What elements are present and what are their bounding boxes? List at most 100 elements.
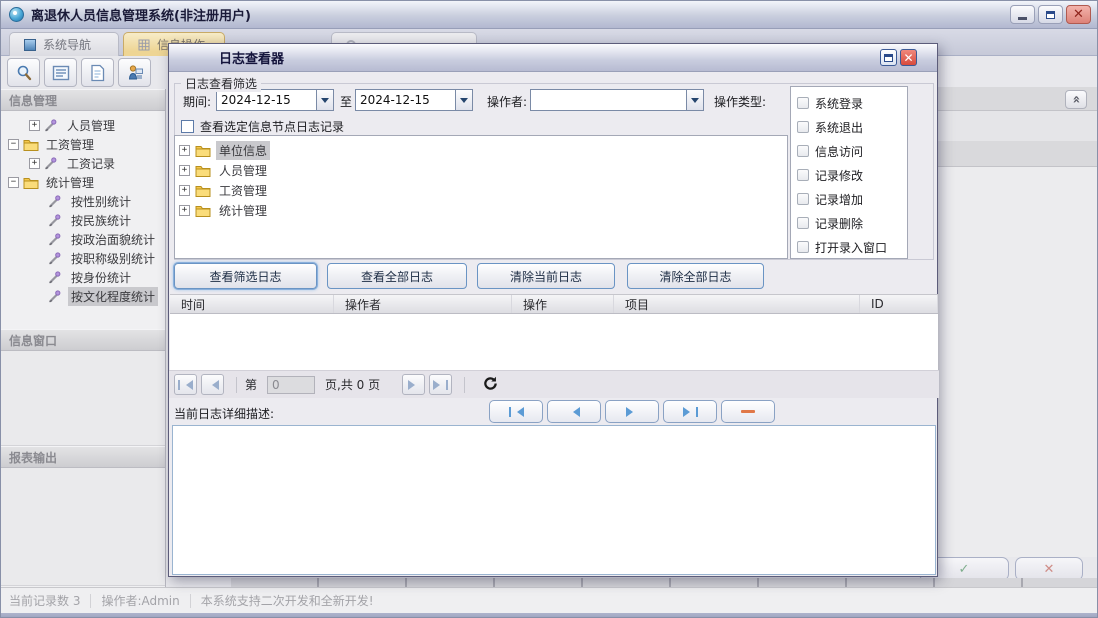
group-label: 信息窗口	[9, 333, 58, 348]
expand-icon[interactable]: +	[29, 120, 40, 131]
detail-textarea[interactable]	[172, 425, 936, 575]
operator-label: 操作者:	[487, 95, 528, 109]
sidebar-tree-item[interactable]: 按身份统计	[1, 268, 165, 287]
expand-icon[interactable]: +	[179, 164, 190, 176]
dialog-maximize-button[interactable]	[880, 49, 897, 66]
sidebar-tree-item[interactable]: 按性别统计	[1, 192, 165, 211]
tree-item-label: 按身份统计	[71, 271, 132, 285]
table-header-cell[interactable]: 操作	[512, 295, 614, 313]
folder-icon	[23, 138, 39, 152]
document-button[interactable]	[81, 58, 114, 87]
table-header-cell[interactable]: ID	[860, 295, 938, 313]
dialog-tree-item[interactable]: + 统计管理	[179, 200, 787, 220]
dialog-tree-item[interactable]: + 单位信息	[179, 140, 787, 160]
pager-first-button[interactable]	[174, 374, 197, 395]
check-icon: ✓	[958, 561, 970, 577]
sidebar-tree-item[interactable]: 按民族统计	[1, 211, 165, 230]
pager-prev-button[interactable]	[201, 374, 224, 395]
pager-last-button[interactable]	[429, 374, 453, 395]
optype-checkbox[interactable]	[797, 169, 809, 181]
optype-item[interactable]: 系统退出	[797, 115, 907, 139]
sidebar-group-info[interactable]: 信息管理	[1, 89, 165, 111]
sidebar-tree-item[interactable]: 按文化程度统计	[1, 287, 165, 306]
tool-icon	[48, 252, 64, 266]
sidebar-tree-item[interactable]: + 人员管理	[1, 116, 165, 135]
tool-icon	[44, 157, 60, 171]
sidebar-tree-item[interactable]: − 统计管理	[1, 173, 165, 192]
optype-checkbox[interactable]	[797, 121, 809, 133]
operator-combo[interactable]	[530, 89, 704, 111]
pager-next-button[interactable]	[402, 374, 426, 395]
dialog-close-button[interactable]: ✕	[900, 49, 917, 66]
refresh-button[interactable]	[483, 376, 498, 394]
nav-prev-button[interactable]	[547, 400, 601, 423]
optype-item[interactable]: 记录修改	[797, 163, 907, 187]
group-label: 信息管理	[9, 93, 58, 108]
dropdown-button[interactable]	[455, 90, 472, 110]
log-table-header: 时间 操作者 操作 项目 ID	[170, 294, 938, 314]
expand-icon[interactable]: −	[8, 139, 19, 150]
optype-item-label: 记录删除	[815, 216, 864, 231]
optype-item[interactable]: 记录增加	[797, 187, 907, 211]
optype-checkbox[interactable]	[797, 241, 809, 253]
expand-icon[interactable]: +	[179, 144, 190, 156]
search-button[interactable]	[7, 58, 40, 87]
dialog-action-button[interactable]: 查看全部日志	[327, 263, 467, 289]
tab-system-nav[interactable]: 系统导航	[9, 32, 119, 56]
sidebar-tree-item[interactable]: 按政治面貌统计	[1, 230, 165, 249]
nav-delete-button[interactable]	[721, 400, 775, 423]
expand-icon[interactable]: +	[179, 204, 190, 216]
optype-checkbox[interactable]	[797, 193, 809, 205]
nav-next-button[interactable]	[605, 400, 659, 423]
list-icon	[52, 65, 69, 80]
date-from-value: 2024-12-15	[221, 93, 291, 107]
dialog-titlebar: 日志查看器 ✕	[169, 44, 937, 72]
restore-button[interactable]	[1038, 5, 1063, 24]
log-table-body[interactable]	[170, 314, 938, 370]
date-to-combo[interactable]: 2024-12-15	[355, 89, 473, 111]
sidebar-tree-item[interactable]: 按职称级别统计	[1, 249, 165, 268]
node-filter-checkbox[interactable]	[181, 120, 194, 133]
close-button[interactable]: ✕	[1066, 5, 1091, 24]
tool-icon	[48, 233, 64, 247]
date-from-combo[interactable]: 2024-12-15	[216, 89, 334, 111]
user-log-button[interactable]	[118, 58, 151, 87]
dialog-action-button[interactable]: 清除全部日志	[627, 263, 764, 289]
dialog-tree-item[interactable]: + 工资管理	[179, 180, 787, 200]
optype-item[interactable]: 记录删除	[797, 211, 907, 235]
sidebar-tree-item[interactable]: + 工资记录	[1, 154, 165, 173]
optype-item-label: 记录增加	[815, 192, 864, 207]
optype-item[interactable]: 系统登录	[797, 91, 907, 115]
expand-icon[interactable]: +	[29, 158, 40, 169]
status-operator: 操作者:Admin	[101, 594, 180, 608]
optype-checkbox[interactable]	[797, 97, 809, 109]
dialog-action-button[interactable]: 清除当前日志	[477, 263, 615, 289]
sidebar-tree-item[interactable]: − 工资管理	[1, 135, 165, 154]
node-filter-row[interactable]: 查看选定信息节点日志记录	[181, 118, 344, 135]
page-number-input[interactable]: 0	[267, 375, 316, 394]
panel-collapse-button[interactable]: «	[1065, 90, 1087, 109]
optype-item[interactable]: 打开录入窗口	[797, 235, 907, 258]
nav-last-button[interactable]	[663, 400, 717, 423]
bg-grid-strip	[231, 578, 1097, 587]
prev-page-icon	[207, 379, 219, 390]
dialog-tree-item[interactable]: + 人员管理	[179, 160, 787, 180]
optype-checkbox[interactable]	[797, 217, 809, 229]
expand-icon[interactable]: +	[179, 184, 190, 196]
list-view-button[interactable]	[44, 58, 77, 87]
optype-checkbox[interactable]	[797, 145, 809, 157]
detail-label: 当前日志详细描述:	[174, 407, 275, 421]
nav-first-button[interactable]	[489, 400, 543, 423]
sidebar-group-report[interactable]: 报表输出	[1, 446, 165, 468]
table-header-cell[interactable]: 时间	[170, 295, 334, 313]
optype-item[interactable]: 信息访问	[797, 139, 907, 163]
expand-icon[interactable]: −	[8, 177, 19, 188]
minimize-button[interactable]	[1010, 5, 1035, 24]
table-header-cell[interactable]: 项目	[614, 295, 860, 313]
sidebar-group-window[interactable]: 信息窗口	[1, 329, 165, 351]
dropdown-button[interactable]	[686, 90, 703, 110]
table-header-cell[interactable]: 操作者	[334, 295, 512, 313]
detail-row: 当前日志详细描述:	[169, 400, 939, 424]
dialog-action-button[interactable]: 查看筛选日志	[174, 263, 317, 289]
dropdown-button[interactable]	[316, 90, 333, 110]
